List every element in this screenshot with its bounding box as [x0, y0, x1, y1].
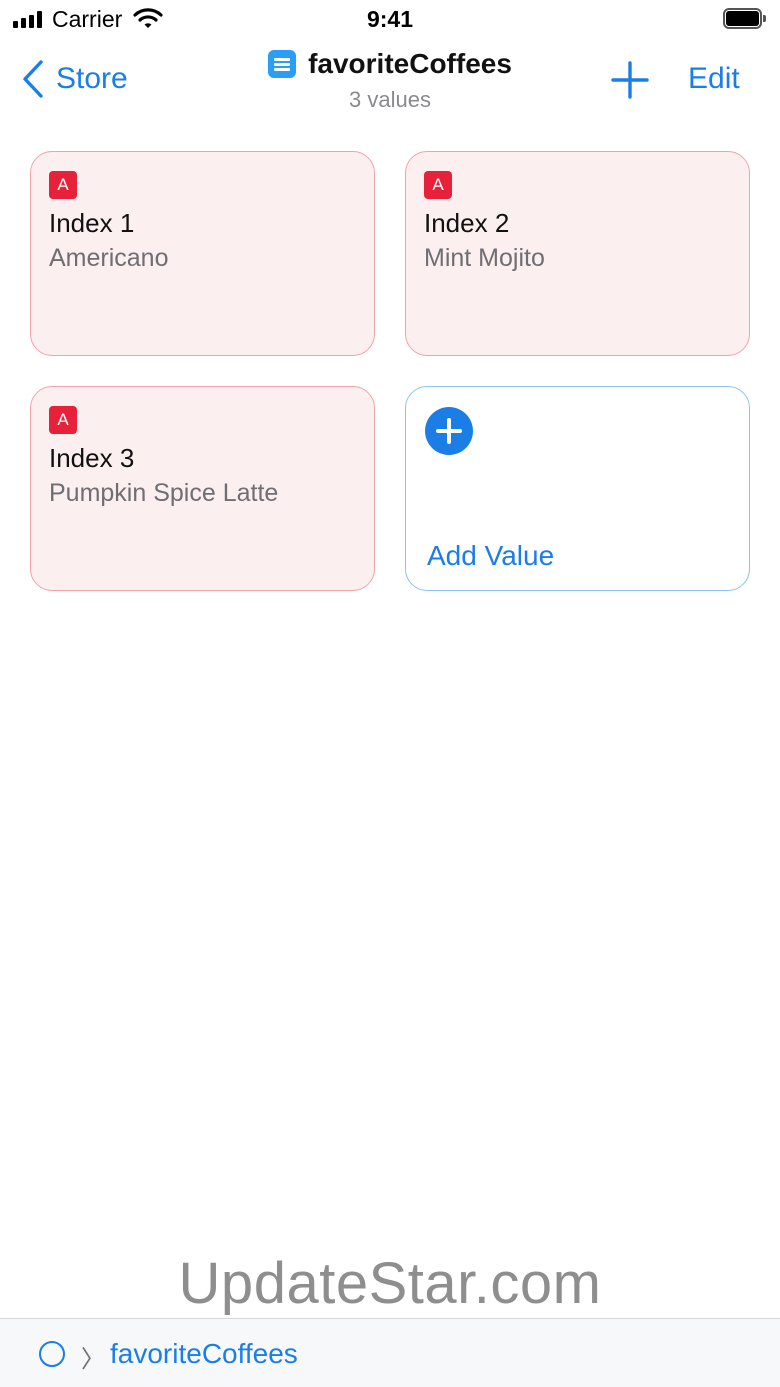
string-type-badge: A [424, 171, 452, 199]
value-card-index-3[interactable]: A Index 3 Pumpkin Spice Latte [30, 386, 375, 591]
plus-circle-icon [425, 407, 473, 455]
value-index-label: Index 1 [49, 208, 135, 238]
add-value-card[interactable]: Add Value [405, 386, 750, 591]
clock: 9:41 [366, 6, 414, 32]
watermark: UpdateStar.com [178, 1251, 602, 1316]
value-text: Mint Mojito [424, 244, 545, 272]
breadcrumb-item-favoritecoffees[interactable]: favoriteCoffees [110, 1338, 298, 1370]
battery-icon [723, 8, 767, 29]
circle-icon[interactable] [39, 1341, 65, 1367]
status-bar: Carrier 9:41 [0, 0, 780, 40]
value-card-index-1[interactable]: A Index 1 Americano [30, 151, 375, 356]
add-value-label: Add Value [427, 540, 555, 571]
page-title: favoriteCoffees [308, 48, 512, 79]
value-text: Americano [49, 244, 169, 272]
list-icon [268, 50, 297, 78]
edit-button[interactable]: Edit [688, 62, 740, 96]
value-card-index-2[interactable]: A Index 2 Mint Mojito [405, 151, 750, 356]
value-index-label: Index 3 [49, 443, 135, 473]
value-index-label: Index 2 [424, 208, 510, 238]
breadcrumb: 〉 favoriteCoffees [0, 1318, 780, 1387]
value-text: Pumpkin Spice Latte [49, 479, 279, 507]
page-subtitle: 3 values [349, 87, 431, 112]
plus-icon[interactable] [610, 60, 650, 100]
navigation-bar: Store favoriteCoffees 3 values Edit [0, 40, 780, 124]
breadcrumb-separator: 〉 [81, 1346, 105, 1373]
string-type-badge: A [49, 406, 77, 434]
title-area: favoriteCoffees 3 values [0, 48, 780, 113]
string-type-badge: A [49, 171, 77, 199]
